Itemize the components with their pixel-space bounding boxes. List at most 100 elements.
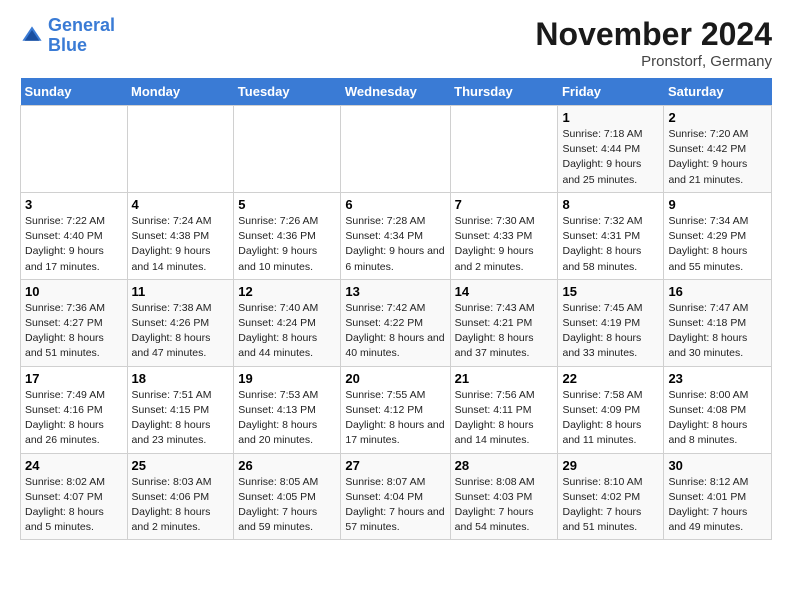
- day-info: Sunrise: 7:43 AM Sunset: 4:21 PM Dayligh…: [455, 301, 554, 362]
- day-info: Sunrise: 7:34 AM Sunset: 4:29 PM Dayligh…: [668, 214, 767, 275]
- day-info: Sunrise: 7:53 AM Sunset: 4:13 PM Dayligh…: [238, 388, 336, 449]
- calendar-week-4: 17 Sunrise: 7:49 AM Sunset: 4:16 PM Dayli…: [21, 366, 772, 453]
- title-block: November 2024 Pronstorf, Germany: [535, 16, 772, 70]
- day-info: Sunrise: 7:20 AM Sunset: 4:42 PM Dayligh…: [668, 127, 767, 188]
- day-info: Sunrise: 7:56 AM Sunset: 4:11 PM Dayligh…: [455, 388, 554, 449]
- weekday-header-friday: Friday: [558, 78, 664, 106]
- calendar-cell: 5 Sunrise: 7:26 AM Sunset: 4:36 PM Daylig…: [234, 192, 341, 279]
- calendar-cell: 16 Sunrise: 7:47 AM Sunset: 4:18 PM Dayli…: [664, 279, 772, 366]
- logo-icon: [20, 24, 44, 48]
- weekday-header-wednesday: Wednesday: [341, 78, 450, 106]
- day-number: 23: [668, 371, 767, 386]
- calendar-cell: 8 Sunrise: 7:32 AM Sunset: 4:31 PM Daylig…: [558, 192, 664, 279]
- day-info: Sunrise: 8:07 AM Sunset: 4:04 PM Dayligh…: [345, 475, 445, 536]
- calendar-cell: 18 Sunrise: 7:51 AM Sunset: 4:15 PM Dayli…: [127, 366, 234, 453]
- day-number: 2: [668, 110, 767, 125]
- calendar-cell: 4 Sunrise: 7:24 AM Sunset: 4:38 PM Daylig…: [127, 192, 234, 279]
- day-info: Sunrise: 7:26 AM Sunset: 4:36 PM Dayligh…: [238, 214, 336, 275]
- day-info: Sunrise: 7:51 AM Sunset: 4:15 PM Dayligh…: [132, 388, 230, 449]
- day-info: Sunrise: 7:30 AM Sunset: 4:33 PM Dayligh…: [455, 214, 554, 275]
- day-number: 17: [25, 371, 123, 386]
- calendar-cell: 10 Sunrise: 7:36 AM Sunset: 4:27 PM Dayli…: [21, 279, 128, 366]
- day-info: Sunrise: 7:24 AM Sunset: 4:38 PM Dayligh…: [132, 214, 230, 275]
- day-number: 11: [132, 284, 230, 299]
- logo-text: General Blue: [48, 16, 115, 56]
- calendar-cell: 24 Sunrise: 8:02 AM Sunset: 4:07 PM Dayli…: [21, 453, 128, 540]
- day-info: Sunrise: 7:32 AM Sunset: 4:31 PM Dayligh…: [562, 214, 659, 275]
- day-number: 24: [25, 458, 123, 473]
- calendar-cell: 12Sunrise: 7:40 AM Sunset: 4:24 PM Dayli…: [234, 279, 341, 366]
- day-info: Sunrise: 7:49 AM Sunset: 4:16 PM Dayligh…: [25, 388, 123, 449]
- day-info: Sunrise: 8:08 AM Sunset: 4:03 PM Dayligh…: [455, 475, 554, 536]
- day-number: 6: [345, 197, 445, 212]
- day-number: 19: [238, 371, 336, 386]
- day-info: Sunrise: 8:12 AM Sunset: 4:01 PM Dayligh…: [668, 475, 767, 536]
- day-info: Sunrise: 7:42 AM Sunset: 4:22 PM Dayligh…: [345, 301, 445, 362]
- day-info: Sunrise: 8:10 AM Sunset: 4:02 PM Dayligh…: [562, 475, 659, 536]
- calendar-cell: 17 Sunrise: 7:49 AM Sunset: 4:16 PM Dayli…: [21, 366, 128, 453]
- day-number: 14: [455, 284, 554, 299]
- day-number: 27: [345, 458, 445, 473]
- calendar-week-1: 1Sunrise: 7:18 AM Sunset: 4:44 PM Daylig…: [21, 106, 772, 193]
- calendar-cell: 15 Sunrise: 7:45 AM Sunset: 4:19 PM Dayli…: [558, 279, 664, 366]
- weekday-header-row: SundayMondayTuesdayWednesdayThursdayFrid…: [21, 78, 772, 106]
- calendar-cell: 14 Sunrise: 7:43 AM Sunset: 4:21 PM Dayli…: [450, 279, 558, 366]
- weekday-header-thursday: Thursday: [450, 78, 558, 106]
- calendar-cell: 28Sunrise: 8:08 AM Sunset: 4:03 PM Dayli…: [450, 453, 558, 540]
- day-info: Sunrise: 8:02 AM Sunset: 4:07 PM Dayligh…: [25, 475, 123, 536]
- calendar-cell: [341, 106, 450, 193]
- day-number: 21: [455, 371, 554, 386]
- calendar-cell: 22Sunrise: 7:58 AM Sunset: 4:09 PM Dayli…: [558, 366, 664, 453]
- day-info: Sunrise: 7:22 AM Sunset: 4:40 PM Dayligh…: [25, 214, 123, 275]
- day-info: Sunrise: 7:47 AM Sunset: 4:18 PM Dayligh…: [668, 301, 767, 362]
- day-number: 15: [562, 284, 659, 299]
- day-number: 8: [562, 197, 659, 212]
- day-number: 7: [455, 197, 554, 212]
- calendar-cell: 25 Sunrise: 8:03 AM Sunset: 4:06 PM Dayli…: [127, 453, 234, 540]
- calendar-cell: [450, 106, 558, 193]
- day-number: 25: [132, 458, 230, 473]
- day-number: 9: [668, 197, 767, 212]
- calendar-cell: 20Sunrise: 7:55 AM Sunset: 4:12 PM Dayli…: [341, 366, 450, 453]
- calendar-cell: [127, 106, 234, 193]
- calendar-cell: 2 Sunrise: 7:20 AM Sunset: 4:42 PM Daylig…: [664, 106, 772, 193]
- calendar-cell: 21 Sunrise: 7:56 AM Sunset: 4:11 PM Dayli…: [450, 366, 558, 453]
- day-number: 10: [25, 284, 123, 299]
- day-number: 16: [668, 284, 767, 299]
- logo: General Blue: [20, 16, 115, 56]
- day-number: 1: [562, 110, 659, 125]
- weekday-header-monday: Monday: [127, 78, 234, 106]
- day-number: 20: [345, 371, 445, 386]
- calendar-cell: [234, 106, 341, 193]
- weekday-header-tuesday: Tuesday: [234, 78, 341, 106]
- day-number: 30: [668, 458, 767, 473]
- calendar-cell: 29Sunrise: 8:10 AM Sunset: 4:02 PM Dayli…: [558, 453, 664, 540]
- day-info: Sunrise: 7:28 AM Sunset: 4:34 PM Dayligh…: [345, 214, 445, 275]
- day-number: 5: [238, 197, 336, 212]
- day-info: Sunrise: 8:03 AM Sunset: 4:06 PM Dayligh…: [132, 475, 230, 536]
- day-number: 26: [238, 458, 336, 473]
- day-number: 13: [345, 284, 445, 299]
- day-number: 22: [562, 371, 659, 386]
- calendar-cell: 27 Sunrise: 8:07 AM Sunset: 4:04 PM Dayli…: [341, 453, 450, 540]
- calendar-cell: 9 Sunrise: 7:34 AM Sunset: 4:29 PM Daylig…: [664, 192, 772, 279]
- calendar-cell: 13 Sunrise: 7:42 AM Sunset: 4:22 PM Dayli…: [341, 279, 450, 366]
- calendar-body: 1Sunrise: 7:18 AM Sunset: 4:44 PM Daylig…: [21, 106, 772, 540]
- calendar-cell: 11 Sunrise: 7:38 AM Sunset: 4:26 PM Dayli…: [127, 279, 234, 366]
- day-info: Sunrise: 8:05 AM Sunset: 4:05 PM Dayligh…: [238, 475, 336, 536]
- calendar-cell: 7 Sunrise: 7:30 AM Sunset: 4:33 PM Daylig…: [450, 192, 558, 279]
- calendar-cell: 19 Sunrise: 7:53 AM Sunset: 4:13 PM Dayli…: [234, 366, 341, 453]
- calendar-table: SundayMondayTuesdayWednesdayThursdayFrid…: [20, 78, 772, 540]
- calendar-cell: 30 Sunrise: 8:12 AM Sunset: 4:01 PM Dayli…: [664, 453, 772, 540]
- day-number: 4: [132, 197, 230, 212]
- calendar-cell: [21, 106, 128, 193]
- day-number: 18: [132, 371, 230, 386]
- day-info: Sunrise: 7:45 AM Sunset: 4:19 PM Dayligh…: [562, 301, 659, 362]
- day-info: Sunrise: 7:38 AM Sunset: 4:26 PM Dayligh…: [132, 301, 230, 362]
- logo-line1: General: [48, 15, 115, 35]
- day-number: 3: [25, 197, 123, 212]
- weekday-header-sunday: Sunday: [21, 78, 128, 106]
- day-number: 12: [238, 284, 336, 299]
- calendar-week-2: 3 Sunrise: 7:22 AM Sunset: 4:40 PM Daylig…: [21, 192, 772, 279]
- day-info: Sunrise: 7:36 AM Sunset: 4:27 PM Dayligh…: [25, 301, 123, 362]
